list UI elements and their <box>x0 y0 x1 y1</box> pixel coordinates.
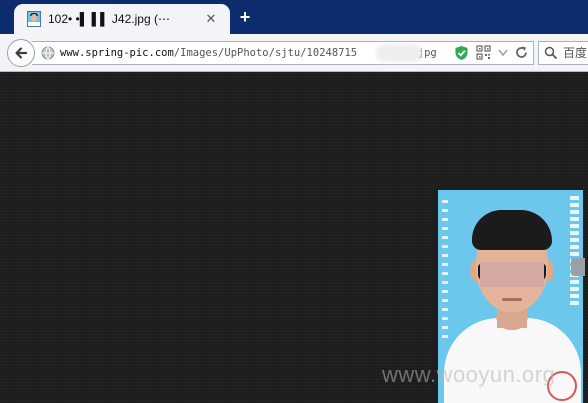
search-icon <box>544 46 558 60</box>
shield-icon[interactable] <box>454 45 469 61</box>
globe-icon <box>41 46 55 60</box>
photo-stamp-strip-right <box>570 196 579 306</box>
tab-close-icon[interactable]: ✕ <box>204 12 218 26</box>
chevron-down-icon[interactable] <box>498 49 508 57</box>
side-panel-handle[interactable] <box>571 258 585 276</box>
url-path: /Images/UpPhoto/sjtu/10248715 <box>173 47 358 59</box>
url-host: www.spring-pic.com <box>60 47 174 59</box>
photo-stamp-strip-left <box>442 200 448 340</box>
photo-hair <box>472 210 552 250</box>
watermark: www.wooyun.org <box>382 362 556 387</box>
navigation-bar: www.spring-pic.com/Images/UpPhoto/sjtu/1… <box>0 34 588 72</box>
eye-redaction-mask <box>480 262 544 287</box>
search-box[interactable]: 百度 <box>538 41 588 65</box>
address-bar[interactable]: www.spring-pic.com/Images/UpPhoto/sjtu/1… <box>32 41 534 65</box>
new-tab-button[interactable]: + <box>236 8 254 26</box>
browser-tab[interactable]: 102• •▌ ▌▌ J42.jpg (⋯ ✕ <box>14 4 230 34</box>
tab-strip: 102• •▌ ▌▌ J42.jpg (⋯ ✕ + <box>0 0 588 34</box>
qr-code-icon[interactable] <box>476 45 491 60</box>
search-placeholder: 百度 <box>563 46 588 60</box>
arrow-left-icon <box>15 47 28 59</box>
photo-mouth <box>502 298 522 301</box>
image-viewport[interactable]: www.wooyun.org <box>0 72 588 403</box>
back-button[interactable] <box>7 39 35 67</box>
redacted-url-segment <box>376 44 422 62</box>
reload-icon[interactable] <box>514 45 529 60</box>
tab-title: 102• •▌ ▌▌ J42.jpg (⋯ <box>48 12 170 26</box>
image-favicon-icon <box>27 11 41 27</box>
